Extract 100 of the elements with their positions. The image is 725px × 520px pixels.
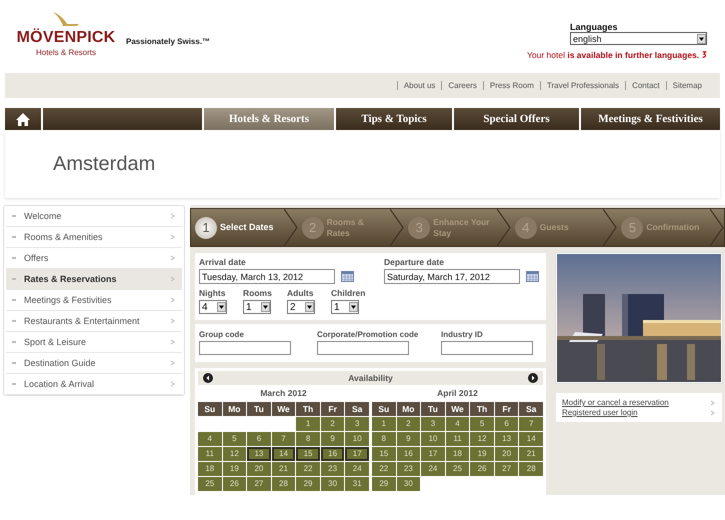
calendar-day[interactable]: 7 [519,417,543,431]
calendar-day[interactable]: 24 [345,462,369,476]
number-dropdown[interactable]: 1 [331,300,359,314]
number-dropdown[interactable]: 1 [243,300,271,314]
calendar-day[interactable]: 26 [470,462,494,476]
calendar-day[interactable]: 5 [470,417,494,431]
calendar-day[interactable]: 12 [470,432,494,446]
sidebar-item[interactable]: Rates & Reservations [6,269,182,290]
nav-tab[interactable]: Hotels & Resorts [204,108,334,130]
calendar-day[interactable]: 1 [296,417,320,431]
calendar-day[interactable]: 16 [320,447,344,461]
date-field[interactable]: Saturday, March 17, 2012 [384,269,520,284]
top-link[interactable]: About us [396,81,442,90]
calendar-day[interactable]: 16 [396,447,420,461]
calendar-day[interactable]: 30 [320,477,344,491]
calendar-day[interactable]: 29 [372,477,396,491]
calendar-day[interactable]: 31 [345,477,369,491]
calendar-day[interactable]: 23 [320,462,344,476]
calendar-day[interactable]: 9 [320,432,344,446]
calendar-day[interactable]: 4 [446,417,470,431]
top-link[interactable]: Contact [625,81,666,90]
calendar-day[interactable]: 26 [222,477,246,491]
date-field[interactable]: Tuesday, March 13, 2012 [199,269,335,284]
calendar-day[interactable]: 28 [519,462,543,476]
calendar-day[interactable]: 17 [421,447,445,461]
calendar-day[interactable]: 10 [421,432,445,446]
sidebar-item[interactable]: Location & Arrival [6,374,182,395]
calendar-day[interactable]: 8 [372,432,396,446]
number-dropdown[interactable]: 4 [199,300,227,314]
calendar-day[interactable]: 6 [247,432,271,446]
chevron-icon [170,318,176,324]
sidebar-item[interactable]: Welcome [6,206,182,227]
calendar-day[interactable]: 25 [446,462,470,476]
calendar-day[interactable]: 13 [494,432,518,446]
code-field[interactable] [441,341,533,355]
chevron-icon [170,213,176,219]
calendar-day[interactable]: 6 [494,417,518,431]
top-link[interactable]: Sitemap [666,81,708,90]
calendar-day[interactable]: 19 [470,447,494,461]
language-dropdown[interactable]: english [570,32,707,45]
calendar-day[interactable]: 23 [396,462,420,476]
calendar-day[interactable]: 18 [198,462,222,476]
sidebar-item[interactable]: Destination Guide [6,353,182,374]
calendar-day[interactable]: 14 [519,432,543,446]
calendar-day[interactable]: 22 [372,462,396,476]
calendar-day[interactable]: 30 [396,477,420,491]
weekday-header: Fr [494,402,518,416]
top-link[interactable]: Careers [441,81,483,90]
calendar-day[interactable]: 17 [345,447,369,461]
calendar-day[interactable]: 14 [272,447,296,461]
code-field[interactable] [199,341,291,355]
calendar-day[interactable]: 19 [222,462,246,476]
calendar-day[interactable]: 2 [320,417,344,431]
calendar-day[interactable]: 7 [272,432,296,446]
calendar-day[interactable]: 5 [222,432,246,446]
chevron-icon [170,234,176,240]
calendar-day[interactable]: 27 [494,462,518,476]
calendar-day[interactable]: 25 [198,477,222,491]
calendar-day[interactable]: 21 [519,447,543,461]
calendar-day[interactable]: 3 [345,417,369,431]
previous-icon [203,373,213,383]
calendar-day[interactable]: 13 [247,447,271,461]
reservation-link[interactable]: Modify or cancel a reservation [562,398,669,407]
reservation-link[interactable]: Registered user login [562,408,638,417]
calendar-day[interactable]: 11 [198,447,222,461]
calendar-day[interactable]: 20 [494,447,518,461]
calendar-day[interactable]: 12 [222,447,246,461]
calendar-day[interactable]: 10 [345,432,369,446]
sidebar-item[interactable]: Rooms & Amenities [6,227,182,248]
step-number: 1 [195,216,217,238]
nav-tab[interactable]: Special Offers [454,108,579,130]
calendar-day[interactable]: 1 [372,417,396,431]
top-link[interactable]: Press Room [482,81,540,90]
field-label: Nights [199,288,226,298]
calendar-day[interactable]: 28 [272,477,296,491]
calendar-day[interactable]: 4 [198,432,222,446]
code-field[interactable] [317,341,409,355]
calendar-day[interactable]: 11 [446,432,470,446]
calendar-day[interactable]: 3 [421,417,445,431]
home-tab[interactable] [5,108,41,130]
number-dropdown[interactable]: 2 [287,300,315,314]
calendar-day[interactable]: 15 [296,447,320,461]
calendar-day[interactable]: 29 [296,477,320,491]
nav-tab[interactable]: Tips & Topics [336,108,452,130]
calendar-day[interactable]: 8 [296,432,320,446]
calendar-day[interactable]: 15 [372,447,396,461]
calendar-day[interactable]: 22 [296,462,320,476]
sidebar-item[interactable]: Restaurants & Entertainment [6,311,182,332]
calendar-day[interactable]: 9 [396,432,420,446]
calendar-day[interactable]: 20 [247,462,271,476]
weekday-header: Fr [320,402,344,416]
sidebar-item[interactable]: Meetings & Festivities [6,290,182,311]
sidebar-item[interactable]: Sport & Leisure [6,332,182,353]
top-link[interactable]: Travel Professionals [540,81,626,90]
calendar-day[interactable]: 2 [396,417,420,431]
nav-tab[interactable]: Meetings & Festivities [581,108,720,130]
calendar-day[interactable]: 24 [421,462,445,476]
calendar-day[interactable]: 27 [247,477,271,491]
calendar-day[interactable]: 18 [446,447,470,461]
calendar-day[interactable]: 21 [272,462,296,476]
